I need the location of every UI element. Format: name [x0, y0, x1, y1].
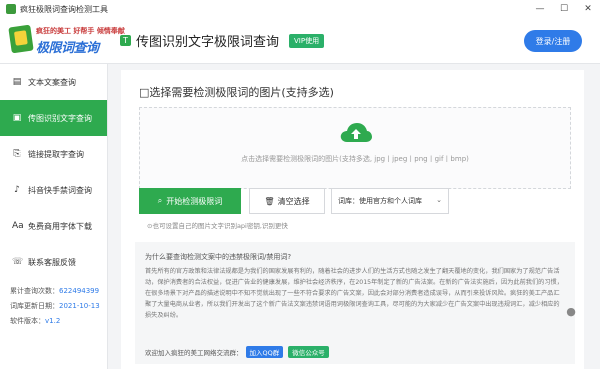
- logo-title: 极限词查询: [36, 41, 99, 56]
- lexicon-date-label: 词库更新日期：: [10, 302, 59, 310]
- sidebar: ▤ 文本文案查询 ▣ 传图识别文字查询 ⎘ 链接提取字查询 ♪ 抖音快手禁词查询…: [0, 64, 108, 369]
- sidebar-item-image-query[interactable]: ▣ 传图识别文字查询: [0, 100, 107, 136]
- app-logo: 疯狂的美工 好帮手 倾情奉献 极限词查询: [8, 22, 125, 58]
- query-count-label: 累计查询次数：: [10, 287, 59, 295]
- chevron-down-icon: ⌄: [436, 196, 442, 204]
- lexicon-date: 2021-10-13: [59, 302, 100, 310]
- explanation-body: 首先所有的官方政策和法律法规都是为我们的国家发展有利的，随着社会的进步人们的生活…: [145, 268, 563, 319]
- version: v1.2: [45, 317, 61, 325]
- login-register-button[interactable]: 登录/注册: [524, 30, 582, 52]
- close-button[interactable]: ✕: [576, 0, 600, 18]
- logo-badge-icon: [8, 24, 34, 54]
- sidebar-item-douyin-query[interactable]: ♪ 抖音快手禁词查询: [0, 172, 107, 208]
- font-icon: Aa: [12, 221, 24, 231]
- dropzone-text: 点击选择需要检测极限词的图片(支持多选, jpg丨jpeg丨png丨gif丨bm…: [241, 155, 469, 163]
- window-title: 疯狂极限词查询检测工具: [20, 4, 108, 14]
- douyin-icon: ♪: [14, 185, 20, 195]
- sidebar-item-label: 传图识别文字查询: [28, 113, 92, 123]
- clear-selection-label: 清空选择: [277, 196, 310, 206]
- app-window: 疯狂极限词查询检测工具 — ☐ ✕ 疯狂的美工 好帮手 倾情奉献 极限词查询 T…: [0, 0, 600, 369]
- app-icon: [6, 4, 16, 14]
- sidebar-item-contact-support[interactable]: ☏ 联系客服反馈: [0, 244, 107, 280]
- start-detection-label: 开始检测极限词: [166, 196, 223, 206]
- page-title: 传图识别文字极限词查询: [136, 35, 280, 50]
- community-row: 欢迎加入疯狂的美工网络交流群： 加入QQ群 微信公众号: [145, 346, 329, 358]
- join-qq-group-button[interactable]: 加入QQ群: [245, 346, 284, 358]
- api-key-hint[interactable]: ⊙也可设置自己的图片文字识别api密钥,识别更快: [147, 220, 288, 230]
- wechat-float-icon[interactable]: ●: [562, 303, 580, 321]
- minimize-button[interactable]: —: [528, 0, 552, 18]
- link-icon: ⎘: [13, 149, 21, 159]
- sidebar-item-label: 文本文案查询: [28, 77, 76, 87]
- wechat-account-button[interactable]: 微信公众号: [288, 346, 329, 358]
- version-label: 软件版本：: [10, 317, 45, 325]
- cloud-upload-icon: [340, 123, 372, 142]
- clear-selection-button[interactable]: 🗑 清空选择: [249, 188, 325, 214]
- app-header: 疯狂的美工 好帮手 倾情奉献 极限词查询 T 传图识别文字极限词查询 VIP使用…: [0, 18, 600, 64]
- query-count: 622494399: [59, 287, 100, 295]
- community-text: 欢迎加入疯狂的美工网络交流群：: [145, 349, 243, 357]
- explanation-question: 为什么要查询检测文案中的违禁极限词/禁用词?: [145, 253, 292, 261]
- lexicon-select-value: 词库：使用官方和个人词库: [338, 197, 422, 205]
- phone-icon: ☏: [12, 257, 24, 267]
- document-icon: ▤: [12, 77, 22, 87]
- page-heading: T 传图识别文字极限词查询 VIP使用: [120, 31, 325, 50]
- section-title: □选择需要检测极限词的图片(支持多选): [139, 86, 334, 99]
- sidebar-item-label: 联系客服反馈: [28, 257, 76, 267]
- search-icon: ⌕: [157, 196, 163, 205]
- lexicon-select[interactable]: 词库：使用官方和个人词库 ⌄: [331, 188, 449, 214]
- sidebar-item-label: 链接提取字查询: [28, 149, 84, 159]
- sidebar-item-label: 抖音快手禁词查询: [28, 185, 92, 195]
- logo-subtitle: 疯狂的美工 好帮手 倾情奉献: [36, 27, 125, 35]
- sidebar-stats: 累计查询次数：622494399 词库更新日期：2021-10-13 软件版本：…: [10, 284, 100, 329]
- sidebar-item-label: 免费商用字体下载: [28, 221, 92, 231]
- vip-badge: VIP使用: [289, 33, 325, 48]
- maximize-button[interactable]: ☐: [552, 0, 576, 18]
- sidebar-item-font-download[interactable]: Aa 免费商用字体下载: [0, 208, 107, 244]
- image-dropzone[interactable]: 点击选择需要检测极限词的图片(支持多选, jpg丨jpeg丨png丨gif丨bm…: [139, 107, 571, 189]
- sidebar-item-link-query[interactable]: ⎘ 链接提取字查询: [0, 136, 107, 172]
- main-card: □选择需要检测极限词的图片(支持多选) 点击选择需要检测极限词的图片(支持多选,…: [121, 70, 584, 369]
- text-icon: T: [120, 35, 131, 46]
- sidebar-item-text-query[interactable]: ▤ 文本文案查询: [0, 64, 107, 100]
- image-icon: ▣: [12, 113, 22, 123]
- title-bar: 疯狂极限词查询检测工具 — ☐ ✕: [0, 0, 600, 18]
- trash-icon: 🗑: [264, 196, 275, 206]
- start-detection-button[interactable]: ⌕ 开始检测极限词: [139, 188, 241, 214]
- explanation-box: 为什么要查询检测文案中的违禁极限词/禁用词? 首先所有的官方政策和法律法规都是为…: [135, 242, 575, 364]
